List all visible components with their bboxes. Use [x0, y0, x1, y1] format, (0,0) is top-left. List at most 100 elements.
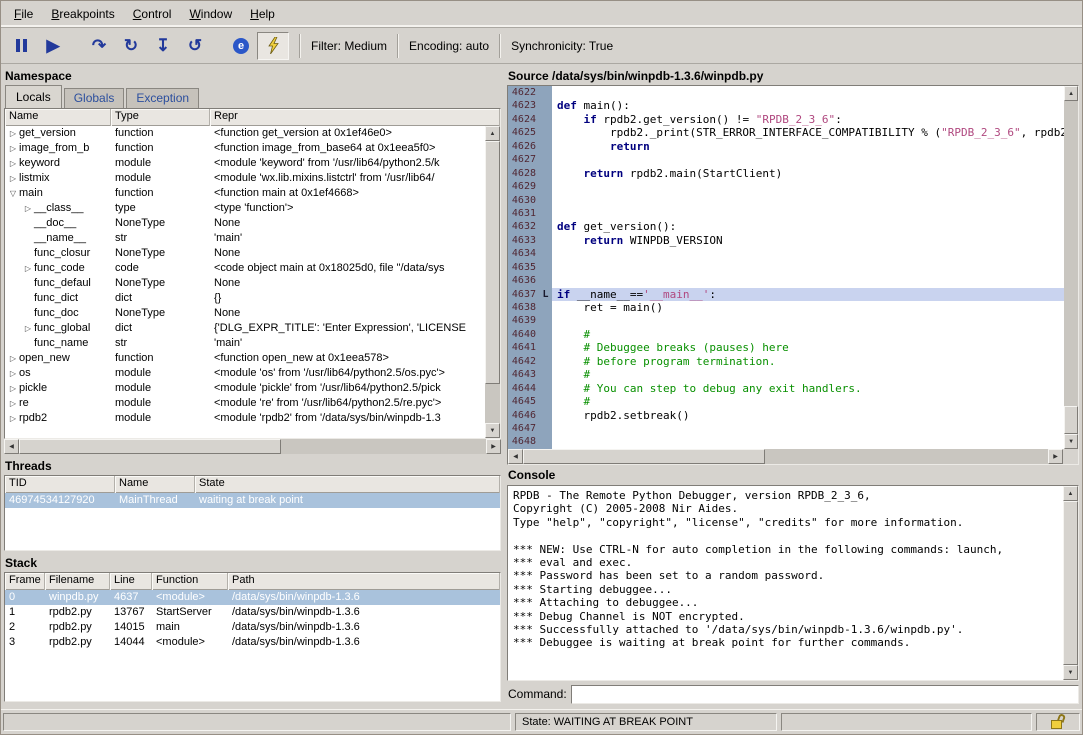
namespace-row[interactable]: ▷remodule<module 're' from '/usr/lib64/p…	[5, 396, 485, 411]
namespace-row[interactable]: ▷__class__type<type 'function'>	[5, 201, 485, 216]
column-header-name[interactable]: Name	[5, 109, 111, 126]
source-view[interactable]: 46224623def main():4624 if rpdb2.get_ver…	[507, 85, 1079, 465]
console-vertical-scrollbar[interactable]: ▲ ▼	[1063, 486, 1078, 680]
scroll-up-button[interactable]: ▲	[1063, 486, 1078, 501]
namespace-row[interactable]: ▷rpdb2module<module 'rpdb2' from '/data/…	[5, 411, 485, 426]
expand-icon[interactable]: ▷	[22, 321, 34, 336]
scrollbar-thumb[interactable]	[485, 141, 500, 384]
scrollbar-track[interactable]	[19, 439, 486, 454]
line-number: 4642	[508, 355, 539, 368]
expand-icon[interactable]: ▷	[7, 156, 19, 171]
namespace-row[interactable]: ▷picklemodule<module 'pickle' from '/usr…	[5, 381, 485, 396]
scrollbar-track[interactable]	[1064, 101, 1078, 434]
namespace-row[interactable]: __name__str'main'	[5, 231, 485, 246]
expand-icon[interactable]: ▷	[7, 351, 19, 366]
namespace-row[interactable]: func_closurNoneTypeNone	[5, 246, 485, 261]
scrollbar-track[interactable]	[485, 141, 500, 423]
namespace-row[interactable]: ▷open_newfunction<function open_new at 0…	[5, 351, 485, 366]
scrollbar-thumb[interactable]	[1064, 406, 1078, 434]
namespace-row[interactable]: func_docNoneTypeNone	[5, 306, 485, 321]
column-header-function[interactable]: Function	[152, 573, 228, 590]
menu-control[interactable]: Control	[124, 1, 181, 27]
scrollbar-corner	[1063, 449, 1078, 464]
expand-icon[interactable]: ▷	[7, 381, 19, 396]
namespace-row[interactable]: func_dictdict{}	[5, 291, 485, 306]
line-number: 4648	[508, 435, 539, 448]
menu-window[interactable]: Window	[180, 1, 241, 27]
scroll-left-button[interactable]: ◀	[4, 439, 19, 454]
break-button[interactable]	[5, 32, 37, 60]
scroll-right-button[interactable]: ▶	[1048, 449, 1063, 464]
column-header-state[interactable]: State	[195, 476, 500, 493]
namespace-row[interactable]: ▷osmodule<module 'os' from '/usr/lib64/p…	[5, 366, 485, 381]
tab-exception[interactable]: Exception	[126, 88, 199, 108]
command-input[interactable]	[571, 685, 1079, 704]
namespace-row[interactable]: ▷listmixmodule<module 'wx.lib.mixins.lis…	[5, 171, 485, 186]
go-button[interactable]: ▶	[37, 32, 69, 60]
variable-type: module	[111, 171, 210, 186]
step-over-button[interactable]: ↻	[115, 32, 147, 60]
stack-row[interactable]: 3rpdb2.py14044<module>/data/sys/bin/winp…	[5, 635, 500, 650]
scrollbar-thumb[interactable]	[1063, 501, 1078, 665]
namespace-row[interactable]: func_defaulNoneTypeNone	[5, 276, 485, 291]
column-header-repr[interactable]: Repr	[210, 109, 500, 126]
tab-globals[interactable]: Globals	[64, 88, 125, 108]
namespace-vertical-scrollbar[interactable]: ▲ ▼	[485, 126, 500, 438]
column-header-frame[interactable]: Frame	[5, 573, 45, 590]
expand-icon[interactable]: ▷	[7, 126, 19, 141]
encoding-button[interactable]: e	[225, 32, 257, 60]
scroll-up-button[interactable]: ▲	[485, 126, 500, 141]
column-header-type[interactable]: Type	[111, 109, 210, 126]
namespace-row[interactable]: ▽mainfunction<function main at 0x1ef4668…	[5, 186, 485, 201]
scroll-right-button[interactable]: ▶	[486, 439, 501, 454]
scroll-down-button[interactable]: ▼	[485, 423, 500, 438]
expand-icon[interactable]: ▷	[7, 171, 19, 186]
collapse-icon[interactable]: ▽	[7, 186, 19, 201]
variable-name: func_global	[34, 321, 90, 336]
expand-icon[interactable]: ▷	[7, 366, 19, 381]
tab-locals[interactable]: Locals	[5, 85, 62, 108]
column-header-tid[interactable]: TID	[5, 476, 115, 493]
column-header-path[interactable]: Path	[228, 573, 500, 590]
menu-help[interactable]: Help	[241, 1, 284, 27]
menu-breakpoints[interactable]: Breakpoints	[42, 1, 123, 27]
expand-icon[interactable]: ▷	[7, 396, 19, 411]
column-header-name[interactable]: Name	[115, 476, 195, 493]
menu-file[interactable]: File	[5, 1, 42, 27]
scrollbar-thumb[interactable]	[19, 439, 281, 454]
stack-row[interactable]: 0winpdb.py4637<module>/data/sys/bin/winp…	[5, 590, 500, 605]
expand-icon[interactable]: ▷	[22, 201, 34, 216]
column-header-line[interactable]: Line	[110, 573, 152, 590]
namespace-row[interactable]: ▷image_from_bfunction<function image_fro…	[5, 141, 485, 156]
thread-row[interactable]: 46974534127920MainThreadwaiting at break…	[5, 493, 500, 508]
namespace-row[interactable]: ▷func_globaldict{'DLG_EXPR_TITLE': 'Ente…	[5, 321, 485, 336]
step-into-button[interactable]: ↷	[83, 32, 115, 60]
scrollbar-track[interactable]	[523, 449, 1048, 464]
synchronicity-button[interactable]	[257, 32, 289, 60]
scroll-up-button[interactable]: ▲	[1064, 86, 1078, 101]
namespace-row[interactable]: ▷keywordmodule<module 'keyword' from '/u…	[5, 156, 485, 171]
expand-icon[interactable]: ▷	[22, 261, 34, 276]
scrollbar-thumb[interactable]	[523, 449, 765, 464]
namespace-row[interactable]: __doc__NoneTypeNone	[5, 216, 485, 231]
stack-row[interactable]: 2rpdb2.py14015main/data/sys/bin/winpdb-1…	[5, 620, 500, 635]
scroll-left-button[interactable]: ◀	[508, 449, 523, 464]
source-vertical-scrollbar[interactable]: ▲ ▼	[1064, 86, 1078, 449]
namespace-row[interactable]: ▷func_codecode<code object main at 0x180…	[5, 261, 485, 276]
source-horizontal-scrollbar[interactable]: ◀ ▶	[508, 449, 1063, 464]
scroll-down-button[interactable]: ▼	[1064, 434, 1078, 449]
stack-row[interactable]: 1rpdb2.py13767StartServer/data/sys/bin/w…	[5, 605, 500, 620]
statusbar-state: State: WAITING AT BREAK POINT	[515, 713, 777, 731]
expand-icon[interactable]: ▷	[7, 411, 19, 426]
scroll-down-button[interactable]: ▼	[1063, 665, 1078, 680]
namespace-row[interactable]: func_namestr'main'	[5, 336, 485, 351]
namespace-horizontal-scrollbar[interactable]: ◀ ▶	[4, 439, 501, 454]
scrollbar-track[interactable]	[1063, 501, 1078, 665]
step-return-button[interactable]: ↧	[147, 32, 179, 60]
namespace-row[interactable]: ▷get_versionfunction<function get_versio…	[5, 126, 485, 141]
variable-type: NoneType	[111, 276, 210, 291]
expand-icon[interactable]: ▷	[7, 141, 19, 156]
goto-button[interactable]: ↺	[179, 32, 211, 60]
source-line: 4624 if rpdb2.get_version() != "RPDB_2_3…	[508, 113, 1064, 126]
column-header-filename[interactable]: Filename	[45, 573, 110, 590]
